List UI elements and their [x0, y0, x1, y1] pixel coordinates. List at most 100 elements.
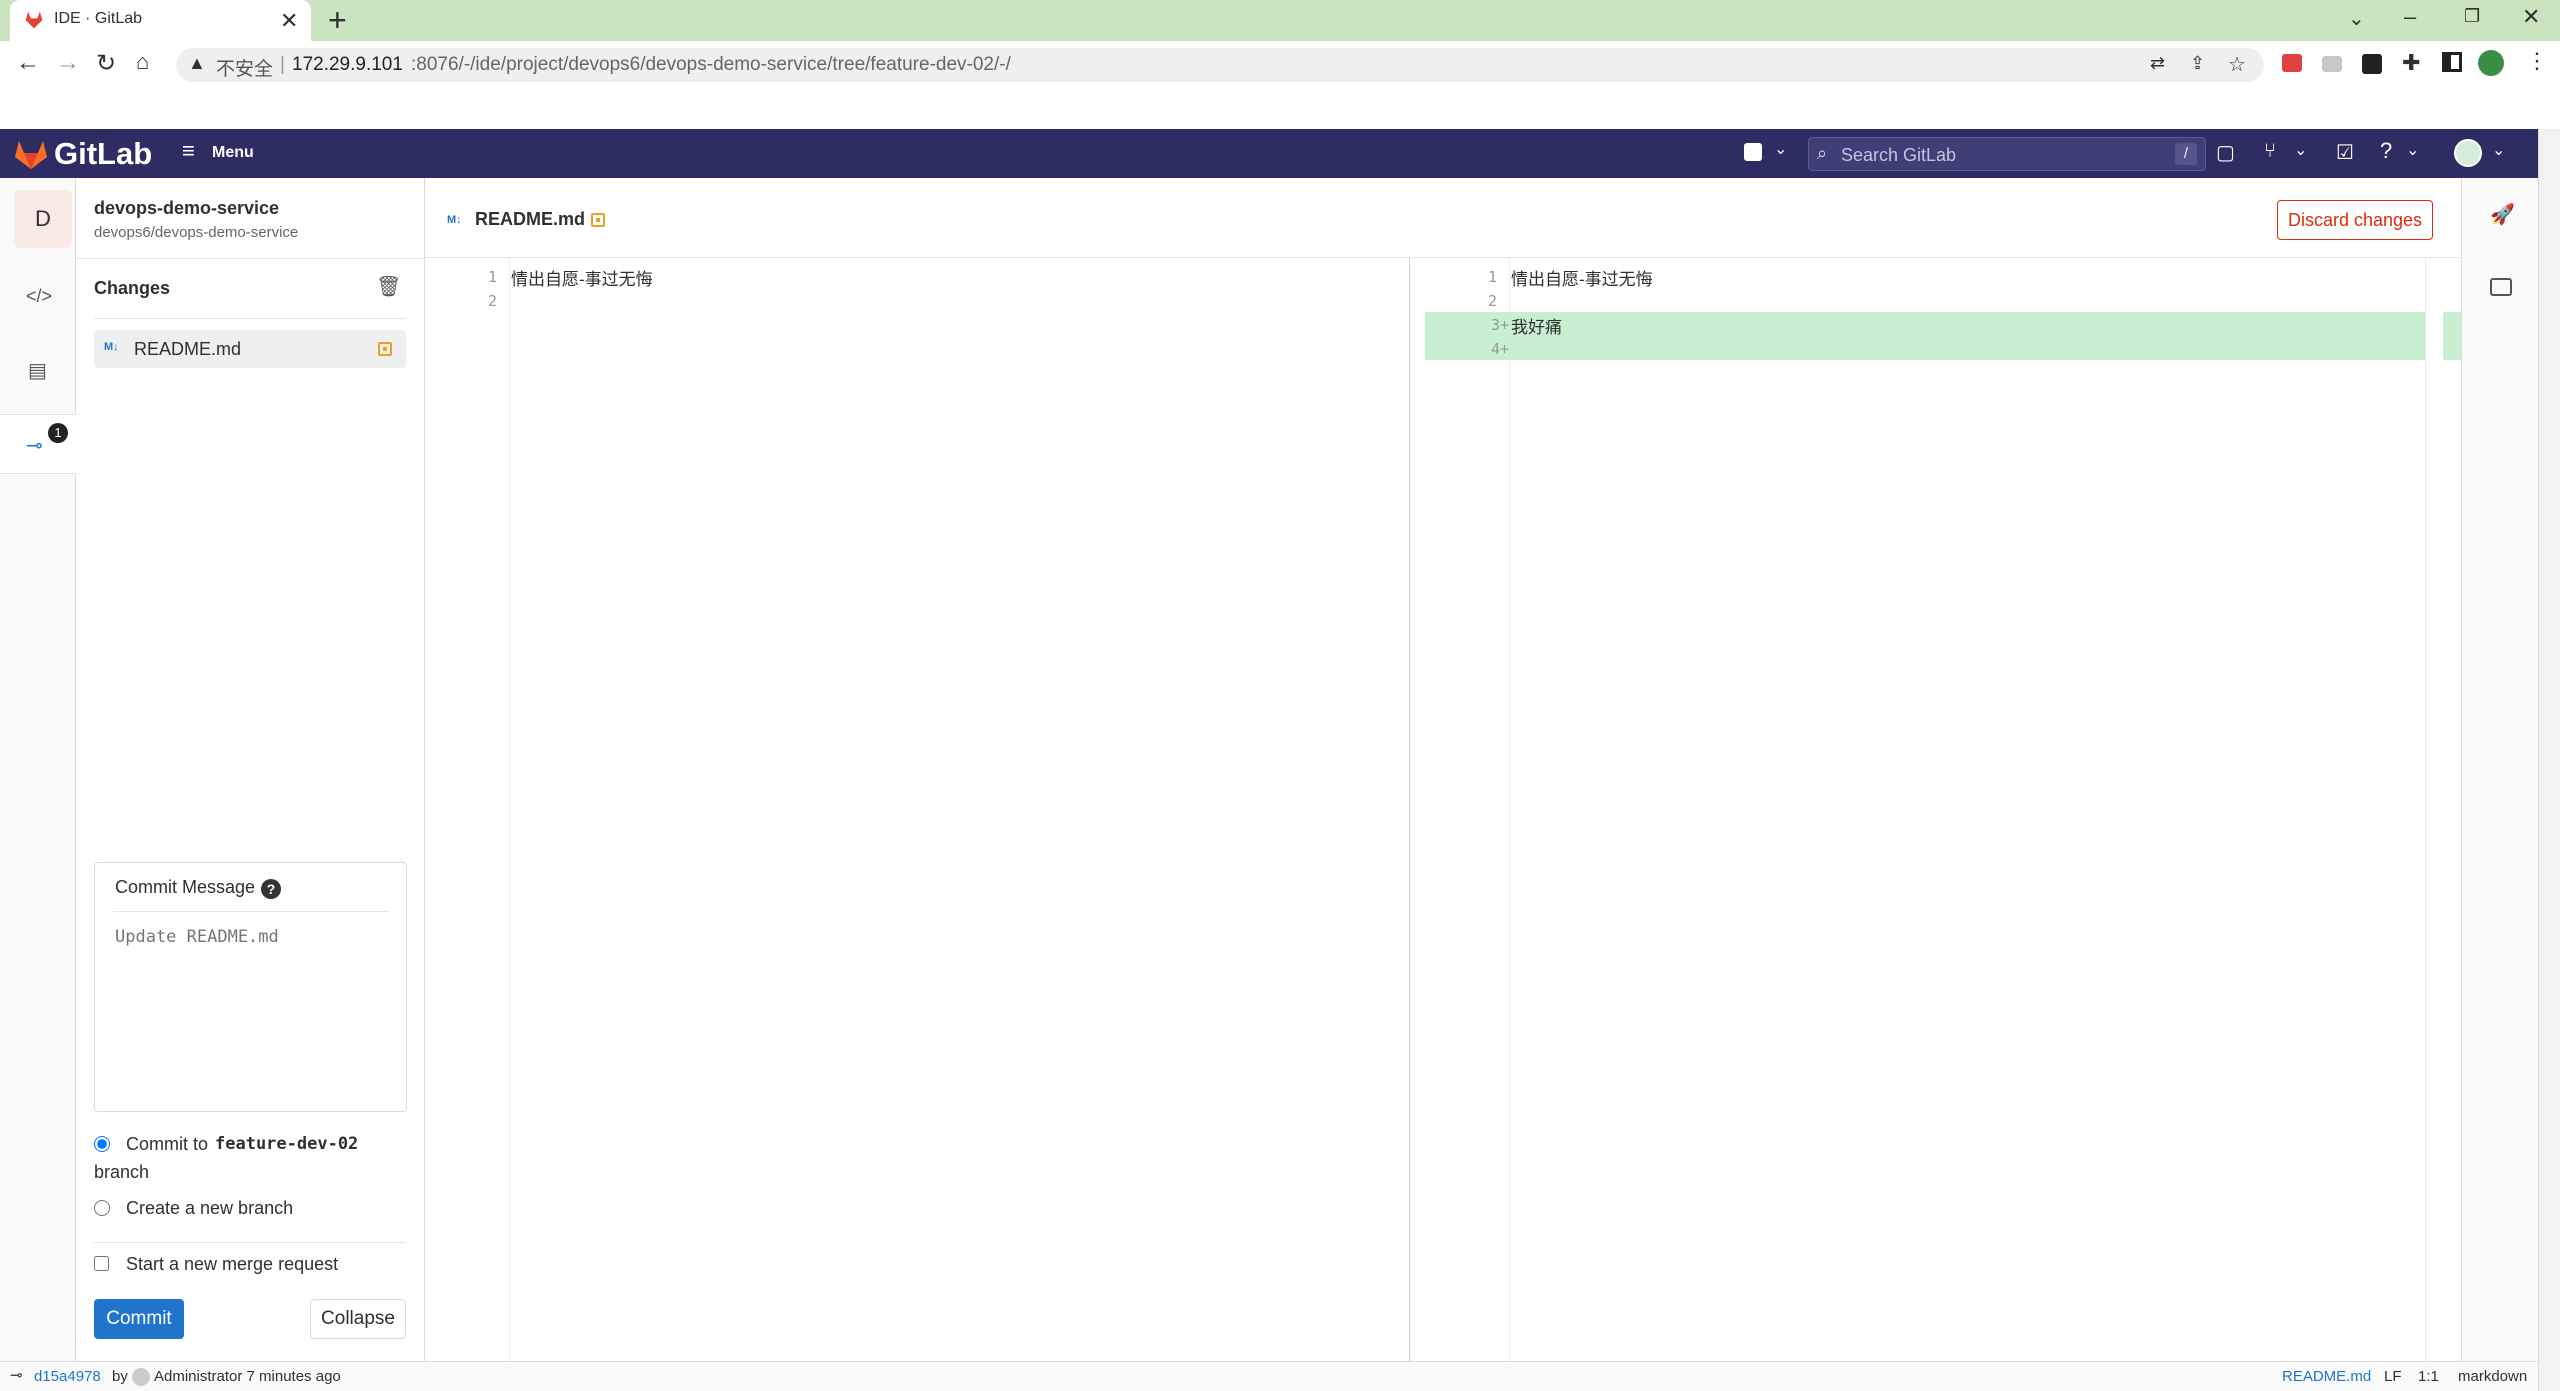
collapse-button[interactable]: Collapse — [310, 1299, 406, 1339]
changed-file-item[interactable]: M↓ README.md — [94, 330, 406, 368]
side-panel-icon[interactable] — [2442, 52, 2462, 72]
panel-divider — [94, 318, 406, 319]
gitlab-logo-text[interactable]: GitLab — [54, 136, 152, 172]
browser-tab-strip — [0, 0, 2560, 41]
chevron-down-icon[interactable]: ⌄ — [2294, 140, 2307, 160]
url-host: 172.29.9.101 — [292, 54, 403, 75]
close-tab-icon[interactable]: ✕ — [280, 8, 298, 34]
home-icon[interactable]: ⌂ — [136, 49, 149, 75]
gitlab-favicon-icon — [24, 10, 44, 30]
added-line: 4+ — [1425, 336, 2425, 360]
hamburger-icon[interactable]: ≡ — [182, 138, 195, 164]
edit-code-icon[interactable]: </> — [26, 286, 52, 307]
help-icon[interactable]: ? — [2380, 138, 2392, 164]
tab-search-chevron-icon[interactable]: ⌄ — [2348, 6, 2365, 31]
browser-tab[interactable]: IDE · GitLab ✕ — [10, 0, 311, 41]
search-shortcut-badge: / — [2175, 143, 2197, 165]
chevron-down-icon[interactable]: ⌄ — [1774, 139, 1787, 159]
search-icon: ⌕ — [1817, 143, 1828, 163]
code-line: 2 — [425, 288, 1410, 312]
commit-by-label: by — [112, 1368, 128, 1385]
line-text: 情出自愿-事过无悔 — [511, 270, 653, 289]
todo-icon[interactable]: ☑ — [2336, 140, 2354, 165]
merge-request-checkbox[interactable] — [94, 1256, 109, 1271]
discard-changes-button[interactable]: Discard changes — [2277, 200, 2433, 240]
commit-to-label: Commit to — [126, 1134, 209, 1154]
user-avatar[interactable] — [2454, 139, 2482, 167]
gutter — [1509, 258, 1510, 1361]
minimize-window-icon[interactable]: – — [2404, 4, 2416, 30]
gutter — [509, 258, 510, 1361]
translate-icon[interactable]: ⇄ — [2150, 53, 2165, 74]
code-line: 2 — [1425, 288, 2400, 312]
panel-divider — [94, 1242, 406, 1243]
line-number: 1 — [1487, 268, 1497, 286]
back-icon[interactable]: ← — [16, 49, 40, 77]
close-window-icon[interactable]: ✕ — [2522, 4, 2540, 30]
commit-icon: ⊸ — [10, 1367, 23, 1384]
commit-to-branch-radio[interactable] — [94, 1136, 110, 1152]
modified-pane: 1 情出自愿-事过无悔 2 3+ 我好痛 4+ — [1425, 258, 2461, 1361]
pipelines-rocket-icon[interactable]: 🚀 — [2490, 202, 2515, 227]
restore-window-icon[interactable]: ❐ — [2464, 6, 2480, 27]
search-input[interactable]: ⌕ Search GitLab / — [1808, 137, 2206, 171]
markdown-file-icon: M↓ — [104, 341, 119, 353]
review-icon[interactable]: ▤ — [28, 358, 47, 383]
commit-message-textarea[interactable] — [105, 919, 395, 1099]
commit-button-label: Commit — [106, 1308, 172, 1329]
commit-count-badge: 1 — [48, 423, 68, 443]
branch-name: feature-dev-02 — [215, 1134, 359, 1154]
new-tab-button[interactable]: + — [328, 2, 347, 39]
pane-divider — [1409, 258, 1410, 1361]
share-icon[interactable]: ⇪ — [2190, 53, 2205, 74]
editor-file-tab[interactable]: README.md — [475, 209, 585, 230]
code-line: 1 情出自愿-事过无悔 — [425, 264, 1410, 289]
address-bar[interactable]: ▲ 不安全 | 172.29.9.101 :8076/-/ide/project… — [176, 48, 2264, 82]
issues-icon[interactable]: ▢ — [2216, 140, 2235, 165]
panel-divider — [76, 258, 425, 259]
ide-status-bar: ⊸ d15a4978 by Administrator 7 minutes ag… — [0, 1361, 2538, 1391]
reload-icon[interactable]: ↻ — [96, 49, 116, 78]
line-text: 我好痛 — [1511, 318, 1562, 337]
code-line: 1 情出自愿-事过无悔 — [1425, 264, 2400, 289]
browser-tab-title: IDE · GitLab — [54, 10, 143, 27]
project-avatar[interactable]: D — [14, 190, 72, 248]
chevron-down-icon[interactable]: ⌄ — [2406, 140, 2419, 160]
modified-status-icon — [378, 342, 392, 356]
author-avatar — [132, 1368, 150, 1386]
extension-icon[interactable] — [2322, 56, 2342, 72]
page-scrollbar[interactable] — [2538, 129, 2560, 1391]
discard-all-trash-icon[interactable]: 🗑 — [376, 274, 401, 299]
original-pane: 1 情出自愿-事过无悔 2 — [425, 258, 1410, 1361]
gitlab-logo-icon[interactable] — [14, 138, 48, 170]
minimap-scrollbar[interactable] — [2425, 258, 2461, 1361]
line-number: 4+ — [1490, 340, 1509, 358]
chevron-down-icon[interactable]: ⌄ — [2492, 140, 2505, 160]
commit-tab-active[interactable]: ⊸ 1 — [0, 414, 76, 474]
project-path[interactable]: devops6/devops-demo-service — [94, 224, 298, 241]
forward-icon[interactable]: → — [56, 49, 80, 77]
more-menu-icon[interactable]: ⋮ — [2526, 48, 2548, 74]
extension-icon[interactable] — [2282, 54, 2302, 72]
puzzle-icon[interactable]: ✚ — [2402, 50, 2420, 76]
panel-divider — [113, 911, 389, 912]
commit-button[interactable]: Commit — [94, 1299, 184, 1339]
new-branch-radio[interactable] — [94, 1200, 110, 1216]
discard-changes-label: Discard changes — [2287, 209, 2423, 230]
bookmark-star-icon[interactable]: ☆ — [2228, 52, 2246, 77]
new-item-icon[interactable] — [1744, 143, 1762, 161]
extension-icon[interactable] — [2362, 54, 2382, 74]
line-number: 2 — [1487, 292, 1497, 310]
terminal-icon[interactable] — [2490, 278, 2512, 296]
ide-right-bar: 🚀 — [2461, 178, 2538, 1361]
profile-icon[interactable] — [2478, 50, 2504, 76]
commit-sha-link[interactable]: d15a4978 — [34, 1368, 101, 1385]
project-name[interactable]: devops-demo-service — [94, 198, 279, 219]
commit-message-help-icon[interactable]: ? — [261, 879, 281, 899]
url-path: :8076/-/ide/project/devops6/devops-demo-… — [411, 54, 1011, 75]
status-file-link[interactable]: README.md — [2282, 1368, 2371, 1385]
browser-content-gap — [0, 88, 2560, 129]
merge-requests-icon[interactable]: ⑂ — [2264, 140, 2276, 163]
menu-button[interactable]: Menu — [212, 144, 254, 162]
diff-editor: M↓ README.md Discard changes 1 情出自愿-事过无悔… — [425, 178, 2461, 1361]
